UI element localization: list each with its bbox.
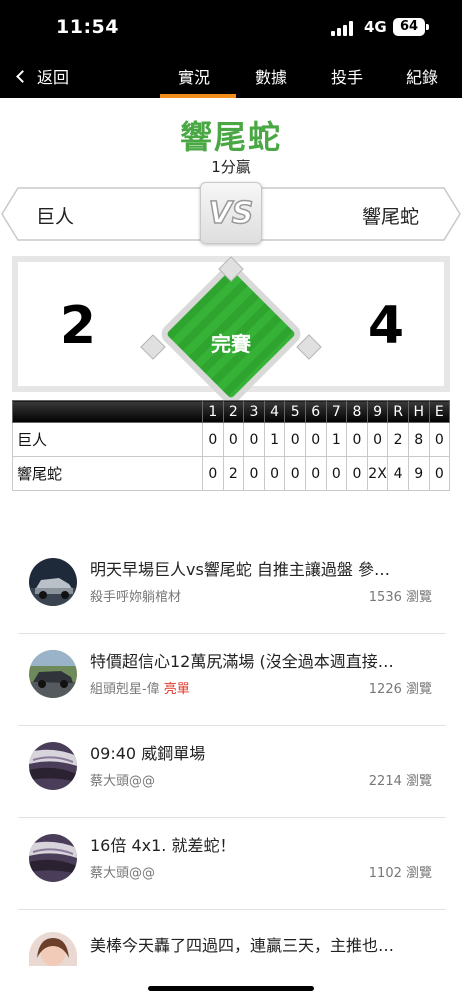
win-margin: 1分贏 bbox=[211, 158, 251, 176]
post-tag: 亮單 bbox=[163, 682, 190, 697]
post-author: 蔡大頭@@ bbox=[90, 770, 155, 789]
home-team-name: 響尾蛇 bbox=[362, 206, 420, 228]
linescore-row-away: 巨人 0 0 0 1 0 0 1 0 0 2 8 0 bbox=[12, 422, 451, 457]
inning-header: 2 bbox=[222, 400, 245, 423]
app-header: 11:54 4G 64 返回 實況 數據 投手 紀錄 bbox=[0, 0, 462, 98]
post-title: 特價超信心12萬尻滿場 (沒全過本週直接… bbox=[90, 652, 394, 671]
post-item[interactable]: 16倍 4x1. 就差蛇！ 蔡大頭@@ 1102 瀏覽 bbox=[18, 818, 446, 910]
linescore-cell: 0 bbox=[243, 422, 265, 457]
linescore-team: 巨人 bbox=[12, 422, 203, 457]
post-title: 09:40 威鋼單場 bbox=[90, 744, 206, 763]
inning-header: 9 bbox=[366, 400, 389, 423]
inning-header: 5 bbox=[284, 400, 306, 423]
status-time: 11:54 bbox=[56, 16, 119, 38]
linescore-cell: 0 bbox=[284, 422, 306, 457]
post-title: 明天早場巨人vs響尾蛇 自推主讓過盤 參… bbox=[90, 560, 390, 579]
post-item[interactable]: 特價超信心12萬尻滿場 (沒全過本週直接… 組頭剋星-偉 亮單 1226 瀏覽 bbox=[18, 634, 446, 726]
linescore-cell: 1 bbox=[263, 422, 286, 457]
linescore-cell: 0 bbox=[243, 456, 265, 491]
status-bar: 11:54 4G 64 bbox=[0, 0, 462, 54]
linescore-row-home: 響尾蛇 0 2 0 0 0 0 0 0 2X 4 9 0 bbox=[12, 456, 451, 491]
linescore-cell: 0 bbox=[366, 422, 389, 457]
linescore-cell: 9 bbox=[407, 456, 430, 491]
car-avatar bbox=[29, 558, 77, 606]
signal-icon bbox=[331, 20, 357, 36]
linescore-cell: 0 bbox=[202, 422, 224, 457]
post-views: 1226 瀏覽 bbox=[368, 682, 432, 697]
network-type: 4G bbox=[364, 18, 387, 36]
post-author-name: 蔡大頭@@ bbox=[90, 866, 156, 881]
inning-header: 1 bbox=[202, 400, 224, 423]
linescore-cell: 0 bbox=[346, 422, 368, 457]
linescore-cell: 2 bbox=[387, 422, 409, 457]
post-author: 組頭剋星-偉 亮單 bbox=[90, 678, 190, 697]
car-road-avatar bbox=[29, 650, 77, 698]
post-author: 殺手呼妳躺棺材 bbox=[90, 586, 181, 605]
inning-header: 3 bbox=[243, 400, 265, 423]
linescore-cell: 0 bbox=[284, 456, 306, 491]
inning-header: 8 bbox=[346, 400, 368, 423]
linescore-cell: 0 bbox=[428, 456, 451, 491]
runs-header: R bbox=[387, 400, 409, 423]
post-item[interactable]: 明天早場巨人vs響尾蛇 自推主讓過盤 參… 殺手呼妳躺棺材 1536 瀏覽 bbox=[18, 542, 446, 634]
post-author-name: 蔡大頭@@ bbox=[90, 774, 156, 789]
linescore-cell: 2X bbox=[366, 456, 389, 491]
vs-badge: VS bbox=[200, 182, 262, 244]
chevron-left-icon bbox=[16, 69, 29, 83]
linescore-cell: 8 bbox=[407, 422, 430, 457]
tyre-avatar bbox=[29, 742, 77, 790]
linescore-header-row: 1 2 3 4 5 6 7 8 9 R H E bbox=[12, 400, 451, 423]
linescore-corner bbox=[12, 400, 203, 423]
linescore-cell: 0 bbox=[428, 422, 451, 457]
linescore-cell: 1 bbox=[325, 422, 348, 457]
tab-pitchers[interactable]: 投手 bbox=[331, 64, 363, 88]
home-score: 4 bbox=[367, 296, 405, 356]
linescore-team: 響尾蛇 bbox=[12, 456, 203, 491]
hits-header: H bbox=[407, 400, 430, 423]
away-score: 2 bbox=[59, 296, 97, 356]
battery-icon: 64 bbox=[393, 18, 425, 36]
battery-tip bbox=[426, 24, 429, 30]
away-team-name: 巨人 bbox=[36, 206, 75, 228]
post-views: 1102 瀏覽 bbox=[368, 866, 432, 881]
active-tab-indicator bbox=[160, 94, 236, 98]
linescore-cell: 4 bbox=[387, 456, 409, 491]
home-indicator[interactable] bbox=[148, 986, 314, 991]
back-button[interactable]: 返回 bbox=[14, 64, 69, 88]
post-author-name: 組頭剋星-偉 bbox=[90, 682, 160, 697]
tab-stats[interactable]: 數據 bbox=[255, 64, 287, 88]
post-views: 1536 瀏覽 bbox=[368, 590, 432, 605]
errors-header: E bbox=[428, 400, 451, 423]
linescore-cell: 2 bbox=[222, 456, 245, 491]
linescore-cell: 0 bbox=[304, 456, 327, 491]
post-views: 2214 瀏覽 bbox=[368, 774, 432, 789]
person-avatar bbox=[29, 932, 77, 966]
post-author: 蔡大頭@@ bbox=[90, 862, 155, 881]
linescore-cell: 0 bbox=[346, 456, 368, 491]
post-item[interactable]: 09:40 威鋼單場 蔡大頭@@ 2214 瀏覽 bbox=[18, 726, 446, 818]
linescore-cell: 0 bbox=[222, 422, 245, 457]
linescore-cell: 0 bbox=[304, 422, 327, 457]
tab-live[interactable]: 實況 bbox=[178, 64, 210, 88]
game-status: 完賽 bbox=[211, 332, 251, 356]
tyre-avatar bbox=[29, 834, 77, 882]
linescore-cell: 0 bbox=[202, 456, 224, 491]
post-author-name: 殺手呼妳躺棺材 bbox=[90, 590, 182, 605]
inning-header: 4 bbox=[263, 400, 286, 423]
tab-records[interactable]: 紀錄 bbox=[406, 64, 438, 88]
nav-bar: 返回 實況 數據 投手 紀錄 bbox=[0, 54, 462, 98]
winner-team: 響尾蛇 bbox=[179, 118, 282, 156]
post-item[interactable]: 美棒今天轟了四過四，連贏三天，主推也… bbox=[18, 910, 446, 980]
linescore-cell: 0 bbox=[325, 456, 348, 491]
back-label: 返回 bbox=[37, 68, 70, 87]
post-title: 16倍 4x1. 就差蛇！ bbox=[90, 836, 236, 855]
inning-header: 7 bbox=[325, 400, 348, 423]
linescore-table: 1 2 3 4 5 6 7 8 9 R H E 巨人 0 0 0 1 0 0 1… bbox=[12, 400, 451, 491]
linescore-cell: 0 bbox=[263, 456, 286, 491]
post-title: 美棒今天轟了四過四，連贏三天，主推也… bbox=[90, 936, 395, 955]
inning-header: 6 bbox=[304, 400, 327, 423]
